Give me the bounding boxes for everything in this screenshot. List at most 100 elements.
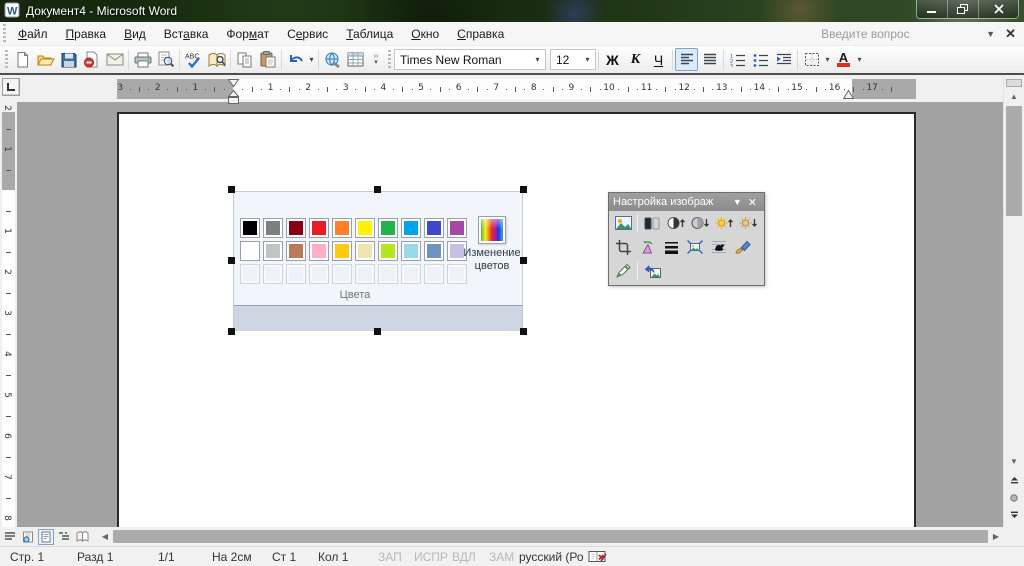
save-button[interactable] bbox=[57, 48, 80, 71]
selection-handle[interactable] bbox=[374, 328, 381, 335]
status-language[interactable]: русский (Ро bbox=[519, 550, 584, 564]
insert-hyperlink-button[interactable] bbox=[321, 48, 344, 71]
selection-handle[interactable] bbox=[228, 328, 235, 335]
split-handle[interactable] bbox=[1006, 79, 1022, 87]
menu-item-4[interactable]: Формат bbox=[217, 24, 278, 44]
paste-button[interactable] bbox=[256, 48, 279, 71]
toolbar-menu-icon[interactable]: ▼ bbox=[730, 197, 745, 207]
spelling-status-icon[interactable] bbox=[588, 549, 608, 566]
scroll-up-icon[interactable]: ▲ bbox=[1006, 89, 1022, 104]
rotate-left-button[interactable] bbox=[635, 236, 659, 258]
menu-item-7[interactable]: Окно bbox=[402, 24, 448, 44]
compress-pictures-button[interactable] bbox=[683, 236, 707, 258]
font-color-button[interactable]: А bbox=[832, 48, 855, 71]
set-transparent-color-button[interactable] bbox=[611, 260, 635, 282]
vertical-scrollbar[interactable]: ▲ ▼ bbox=[1003, 76, 1024, 527]
copy-button[interactable] bbox=[233, 48, 256, 71]
less-brightness-button[interactable] bbox=[736, 212, 760, 234]
select-browse-object-button[interactable] bbox=[1006, 490, 1022, 505]
status-flag-вдл[interactable]: ВДЛ bbox=[452, 550, 476, 564]
close-document-icon[interactable]: ✕ bbox=[999, 26, 1024, 42]
reset-picture-button[interactable] bbox=[640, 260, 664, 282]
menu-item-3[interactable]: Вставка bbox=[155, 24, 218, 44]
reading-layout-view-button[interactable] bbox=[74, 529, 90, 545]
more-brightness-button[interactable] bbox=[712, 212, 736, 234]
vertical-scrollbar-thumb[interactable] bbox=[1006, 106, 1022, 216]
bullets-button[interactable] bbox=[749, 48, 772, 71]
status-flag-зам[interactable]: ЗАМ bbox=[489, 550, 514, 564]
text-wrapping-button[interactable] bbox=[707, 236, 731, 258]
chevron-down-icon[interactable]: ▾ bbox=[530, 55, 545, 64]
horizontal-ruler[interactable]: 3211234567891011121314151617 bbox=[117, 79, 916, 99]
border-dropdown-icon[interactable]: ▾ bbox=[823, 48, 832, 71]
font-color-dropdown-icon[interactable]: ▾ bbox=[855, 48, 864, 71]
next-page-button[interactable] bbox=[1006, 506, 1022, 521]
bold-button[interactable]: Ж bbox=[601, 48, 624, 71]
close-button[interactable] bbox=[979, 0, 1018, 18]
undo-button[interactable] bbox=[284, 48, 307, 71]
normal-view-button[interactable] bbox=[2, 529, 18, 545]
selection-handle[interactable] bbox=[374, 186, 381, 193]
more-contrast-button[interactable] bbox=[664, 212, 688, 234]
format-picture-button[interactable] bbox=[731, 236, 755, 258]
formatting-toolbar-grip[interactable] bbox=[388, 50, 391, 70]
toolbar-close-icon[interactable]: ✕ bbox=[745, 196, 760, 209]
font-size-combo[interactable]: 12 ▾ bbox=[550, 49, 596, 70]
chevron-down-icon[interactable]: ▼ bbox=[986, 29, 995, 39]
open-button[interactable] bbox=[34, 48, 57, 71]
picture-toolbar-titlebar[interactable]: Настройка изображ ▼ ✕ bbox=[609, 193, 764, 211]
menu-item-5[interactable]: Сервис bbox=[278, 24, 337, 44]
menu-item-0[interactable]: Файл bbox=[9, 24, 57, 44]
selection-handle[interactable] bbox=[520, 328, 527, 335]
color-button[interactable] bbox=[640, 212, 664, 234]
justify-button[interactable] bbox=[698, 48, 721, 71]
minimize-button[interactable] bbox=[917, 0, 948, 18]
menu-item-2[interactable]: Вид bbox=[115, 24, 155, 44]
insert-picture-button[interactable] bbox=[611, 212, 635, 234]
vertical-ruler[interactable]: 2112345678 bbox=[0, 102, 17, 527]
outline-view-button[interactable] bbox=[56, 529, 72, 545]
numbering-button[interactable]: 123 bbox=[726, 48, 749, 71]
email-button[interactable] bbox=[103, 48, 126, 71]
selection-handle[interactable] bbox=[520, 257, 527, 264]
undo-dropdown-icon[interactable]: ▾ bbox=[307, 48, 316, 71]
scroll-right-icon[interactable]: ▶ bbox=[989, 529, 1003, 544]
research-button[interactable] bbox=[205, 48, 228, 71]
menu-item-1[interactable]: Правка bbox=[57, 24, 116, 44]
outside-border-button[interactable] bbox=[800, 48, 823, 71]
selection-handle[interactable] bbox=[228, 186, 235, 193]
less-contrast-button[interactable] bbox=[688, 212, 712, 234]
italic-button[interactable]: К bbox=[624, 48, 647, 71]
print-preview-button[interactable] bbox=[154, 48, 177, 71]
ask-question-box[interactable]: Введите вопрос ▼ bbox=[821, 27, 999, 41]
spelling-button[interactable]: ABC bbox=[182, 48, 205, 71]
increase-indent-button[interactable] bbox=[772, 48, 795, 71]
toolbar-options-icon[interactable]: ››▾ bbox=[369, 48, 383, 72]
selection-handle[interactable] bbox=[228, 257, 235, 264]
underline-button[interactable]: Ч bbox=[647, 48, 670, 71]
new-document-button[interactable] bbox=[11, 48, 34, 71]
tab-selector-button[interactable] bbox=[2, 78, 20, 96]
restore-button[interactable] bbox=[948, 0, 979, 18]
indent-markers[interactable] bbox=[228, 79, 239, 106]
picture-toolbar[interactable]: Настройка изображ ▼ ✕ bbox=[608, 192, 765, 286]
permission-button[interactable] bbox=[80, 48, 103, 71]
align-left-button[interactable] bbox=[675, 48, 698, 71]
status-flag-зап[interactable]: ЗАП bbox=[378, 550, 402, 564]
menu-grip[interactable] bbox=[3, 24, 6, 44]
horizontal-scrollbar-thumb[interactable] bbox=[113, 530, 988, 543]
menu-item-8[interactable]: Справка bbox=[448, 24, 513, 44]
chevron-down-icon[interactable]: ▾ bbox=[580, 55, 595, 64]
previous-page-button[interactable] bbox=[1006, 474, 1022, 489]
menu-item-6[interactable]: Таблица bbox=[337, 24, 402, 44]
line-style-button[interactable] bbox=[659, 236, 683, 258]
status-flag-испр[interactable]: ИСПР bbox=[414, 550, 448, 564]
print-button[interactable] bbox=[131, 48, 154, 71]
selection-handle[interactable] bbox=[520, 186, 527, 193]
web-layout-view-button[interactable] bbox=[20, 529, 36, 545]
right-indent-marker[interactable] bbox=[843, 90, 854, 99]
scroll-left-icon[interactable]: ◀ bbox=[98, 529, 112, 544]
embedded-picture-object[interactable]: Изменение цветов Цвета bbox=[233, 191, 523, 331]
crop-button[interactable] bbox=[611, 236, 635, 258]
print-layout-view-button[interactable] bbox=[38, 529, 54, 545]
